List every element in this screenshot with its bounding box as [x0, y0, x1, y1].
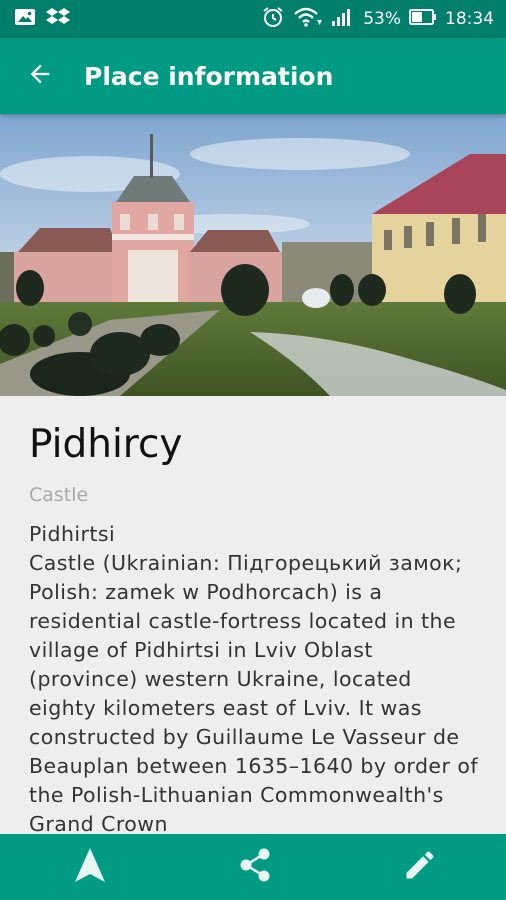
back-arrow-icon	[26, 60, 54, 92]
status-bar: 53% 18:34	[0, 0, 506, 38]
share-button[interactable]	[233, 845, 277, 889]
app-bar: Place information	[0, 38, 506, 114]
alarm-icon	[261, 5, 285, 33]
bottom-action-bar	[0, 834, 506, 900]
edit-button[interactable]	[398, 845, 442, 889]
status-time: 18:34	[445, 9, 494, 29]
place-description: Pidhirtsi Castle (Ukrainian: Підгорецьки…	[29, 522, 478, 834]
gallery-icon	[14, 8, 36, 30]
edit-icon	[402, 847, 438, 887]
signal-icon	[331, 7, 355, 31]
place-name: Pidhircy	[29, 422, 183, 467]
place-details: Pidhircy Castle Pidhirtsi Castle (Ukrain…	[0, 396, 506, 834]
navigate-icon	[74, 847, 106, 887]
status-left	[14, 7, 70, 31]
place-category: Castle	[29, 484, 89, 506]
share-icon	[237, 847, 273, 887]
battery-icon	[409, 8, 437, 30]
dropbox-icon	[46, 7, 70, 31]
status-right: 53% 18:34	[261, 5, 494, 33]
place-photo	[0, 114, 506, 396]
page-title: Place information	[84, 61, 334, 91]
navigate-button[interactable]	[68, 845, 112, 889]
battery-percent: 53%	[363, 9, 401, 29]
back-button[interactable]	[0, 38, 80, 114]
wifi-icon	[293, 6, 323, 32]
